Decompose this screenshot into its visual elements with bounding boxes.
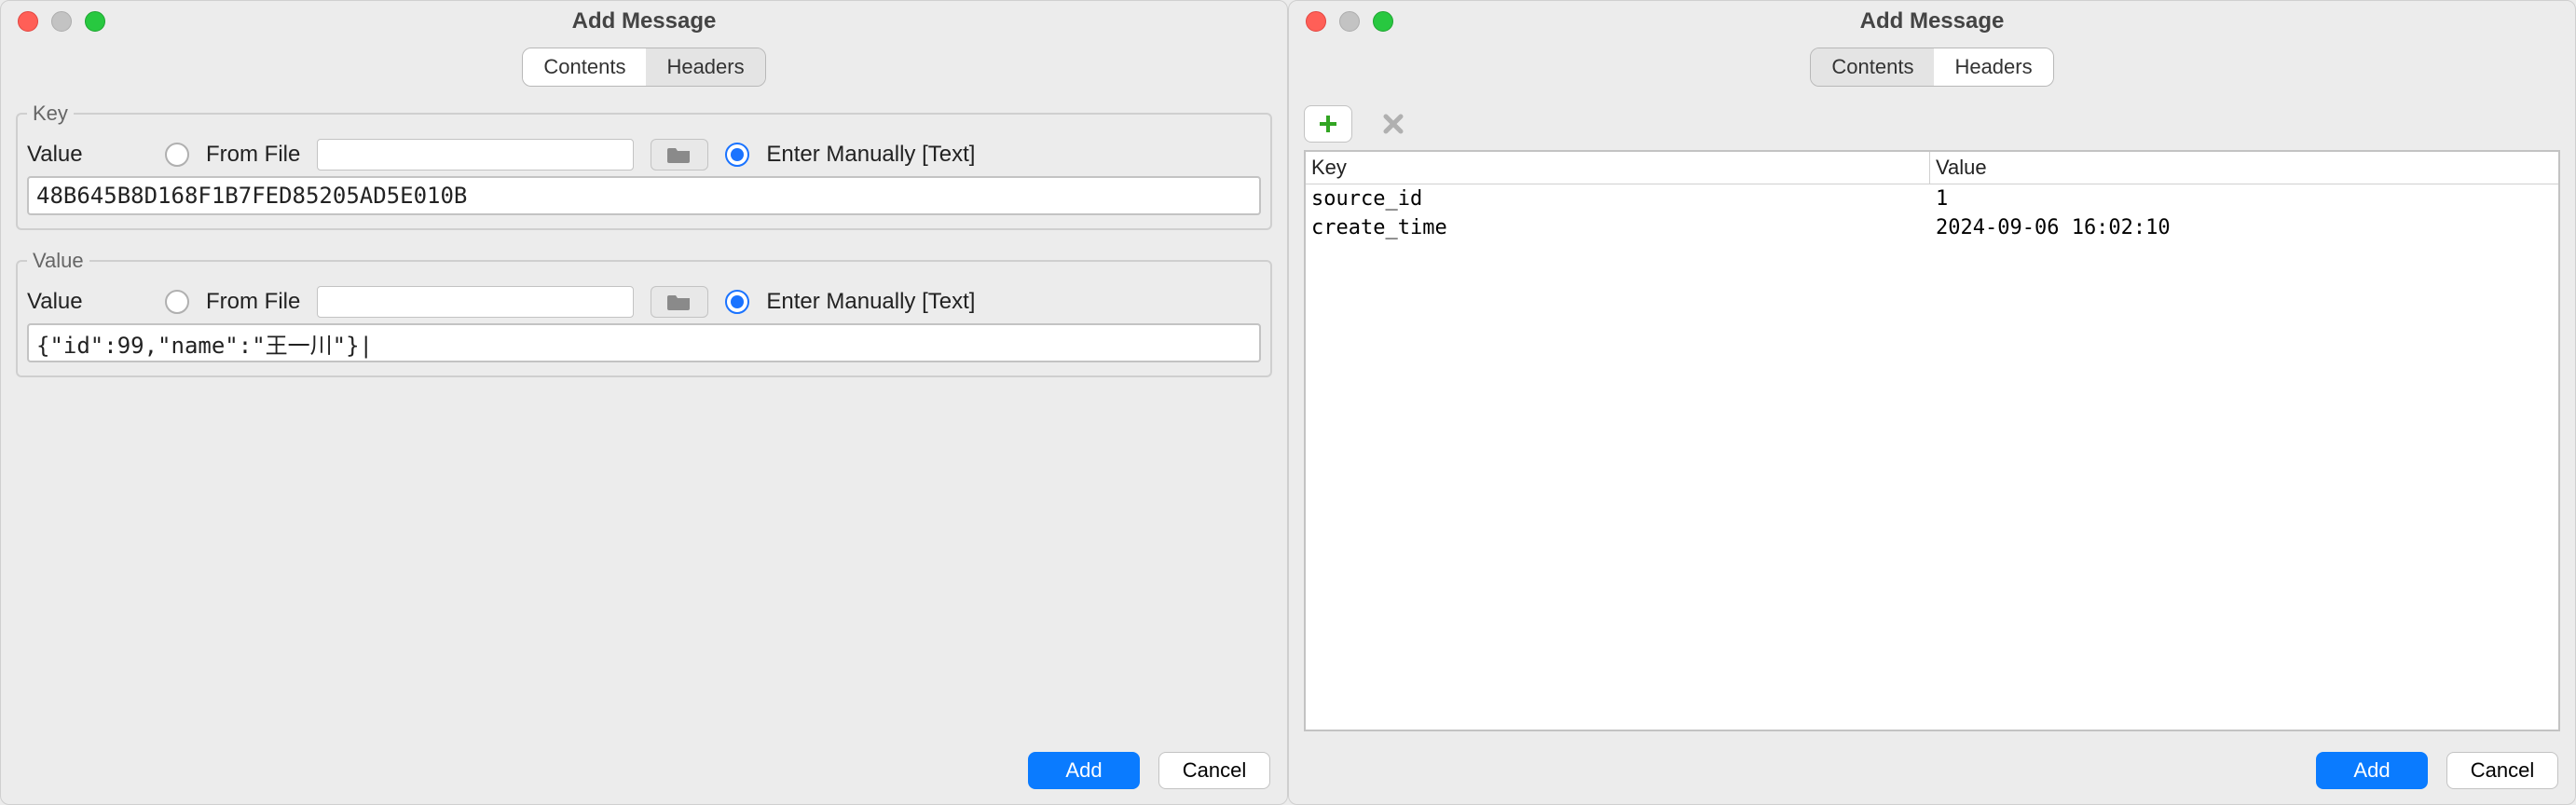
from-file-label[interactable]: From File: [206, 289, 300, 315]
browse-button[interactable]: [651, 139, 708, 171]
file-path-input[interactable]: [317, 139, 634, 171]
td-key: create_time: [1306, 213, 1930, 242]
tab-contents[interactable]: Contents: [523, 48, 646, 86]
file-path-input[interactable]: [317, 286, 634, 318]
value-legend: Value: [27, 249, 89, 273]
td-value: 2024-09-06 16:02:10: [1930, 213, 2558, 242]
value-label: Value: [27, 142, 148, 168]
td-key: source_id: [1306, 184, 1930, 213]
minimize-icon: [51, 11, 72, 32]
table-row[interactable]: source_id 1: [1306, 184, 2558, 213]
headers-toolbar: [1304, 102, 2560, 150]
add-message-window-headers: Add Message Contents Headers Key Value s…: [1288, 0, 2576, 805]
folder-icon: [667, 293, 692, 311]
headers-body: Key Value source_id 1 create_time 2024-0…: [1289, 96, 2575, 743]
value-group: Value Value From File Enter Manually [Te…: [16, 249, 1272, 377]
key-group: Key Value From File Enter Manually [Text…: [16, 102, 1272, 230]
contents-body: Key Value From File Enter Manually [Text…: [1, 96, 1287, 743]
footer: Add Cancel: [1, 743, 1287, 804]
folder-icon: [667, 145, 692, 164]
key-value-row: Value From File Enter Manually [Text]: [27, 133, 1261, 176]
value-text-input[interactable]: [27, 323, 1261, 362]
titlebar: Add Message: [1, 1, 1287, 42]
from-file-radio[interactable]: [165, 143, 189, 167]
window-title: Add Message: [1289, 8, 2575, 34]
value-value-row: Value From File Enter Manually [Text]: [27, 280, 1261, 323]
cancel-button[interactable]: Cancel: [1158, 752, 1270, 789]
table-head: Key Value: [1306, 152, 2558, 184]
close-icon[interactable]: [18, 11, 38, 32]
close-icon[interactable]: [1306, 11, 1326, 32]
add-message-window-contents: Add Message Contents Headers Key Value F…: [0, 0, 1288, 805]
tab-contents[interactable]: Contents: [1811, 48, 1934, 86]
x-icon: [1382, 113, 1404, 135]
enter-manually-radio[interactable]: [725, 290, 749, 314]
th-key[interactable]: Key: [1306, 152, 1930, 184]
browse-button[interactable]: [651, 286, 708, 318]
footer: Add Cancel: [1289, 743, 2575, 804]
td-value: 1: [1930, 184, 2558, 213]
add-button[interactable]: Add: [1028, 752, 1140, 789]
tabs: Contents Headers: [1, 42, 1287, 96]
maximize-icon[interactable]: [1373, 11, 1393, 32]
enter-manually-radio[interactable]: [725, 143, 749, 167]
cancel-button[interactable]: Cancel: [2446, 752, 2558, 789]
titlebar: Add Message: [1289, 1, 2575, 42]
minimize-icon: [1339, 11, 1360, 32]
plus-icon: [1317, 113, 1339, 135]
from-file-radio[interactable]: [165, 290, 189, 314]
enter-manually-label[interactable]: Enter Manually [Text]: [766, 142, 975, 168]
headers-table: Key Value source_id 1 create_time 2024-0…: [1304, 150, 2560, 731]
key-text-input[interactable]: [27, 176, 1261, 215]
enter-manually-label[interactable]: Enter Manually [Text]: [766, 289, 975, 315]
table-row[interactable]: create_time 2024-09-06 16:02:10: [1306, 213, 2558, 242]
add-header-button[interactable]: [1304, 105, 1352, 143]
key-legend: Key: [27, 102, 74, 126]
maximize-icon[interactable]: [85, 11, 105, 32]
traffic-lights: [1289, 11, 1393, 32]
tab-headers[interactable]: Headers: [1934, 48, 2052, 86]
tab-segment: Contents Headers: [1810, 48, 2053, 87]
th-value[interactable]: Value: [1930, 152, 2558, 184]
add-button[interactable]: Add: [2316, 752, 2428, 789]
tab-headers[interactable]: Headers: [646, 48, 764, 86]
value-label: Value: [27, 289, 148, 315]
window-title: Add Message: [1, 8, 1287, 34]
tab-segment: Contents Headers: [522, 48, 765, 87]
traffic-lights: [1, 11, 105, 32]
from-file-label[interactable]: From File: [206, 142, 300, 168]
delete-header-button[interactable]: [1369, 105, 1418, 143]
tabs: Contents Headers: [1289, 42, 2575, 96]
